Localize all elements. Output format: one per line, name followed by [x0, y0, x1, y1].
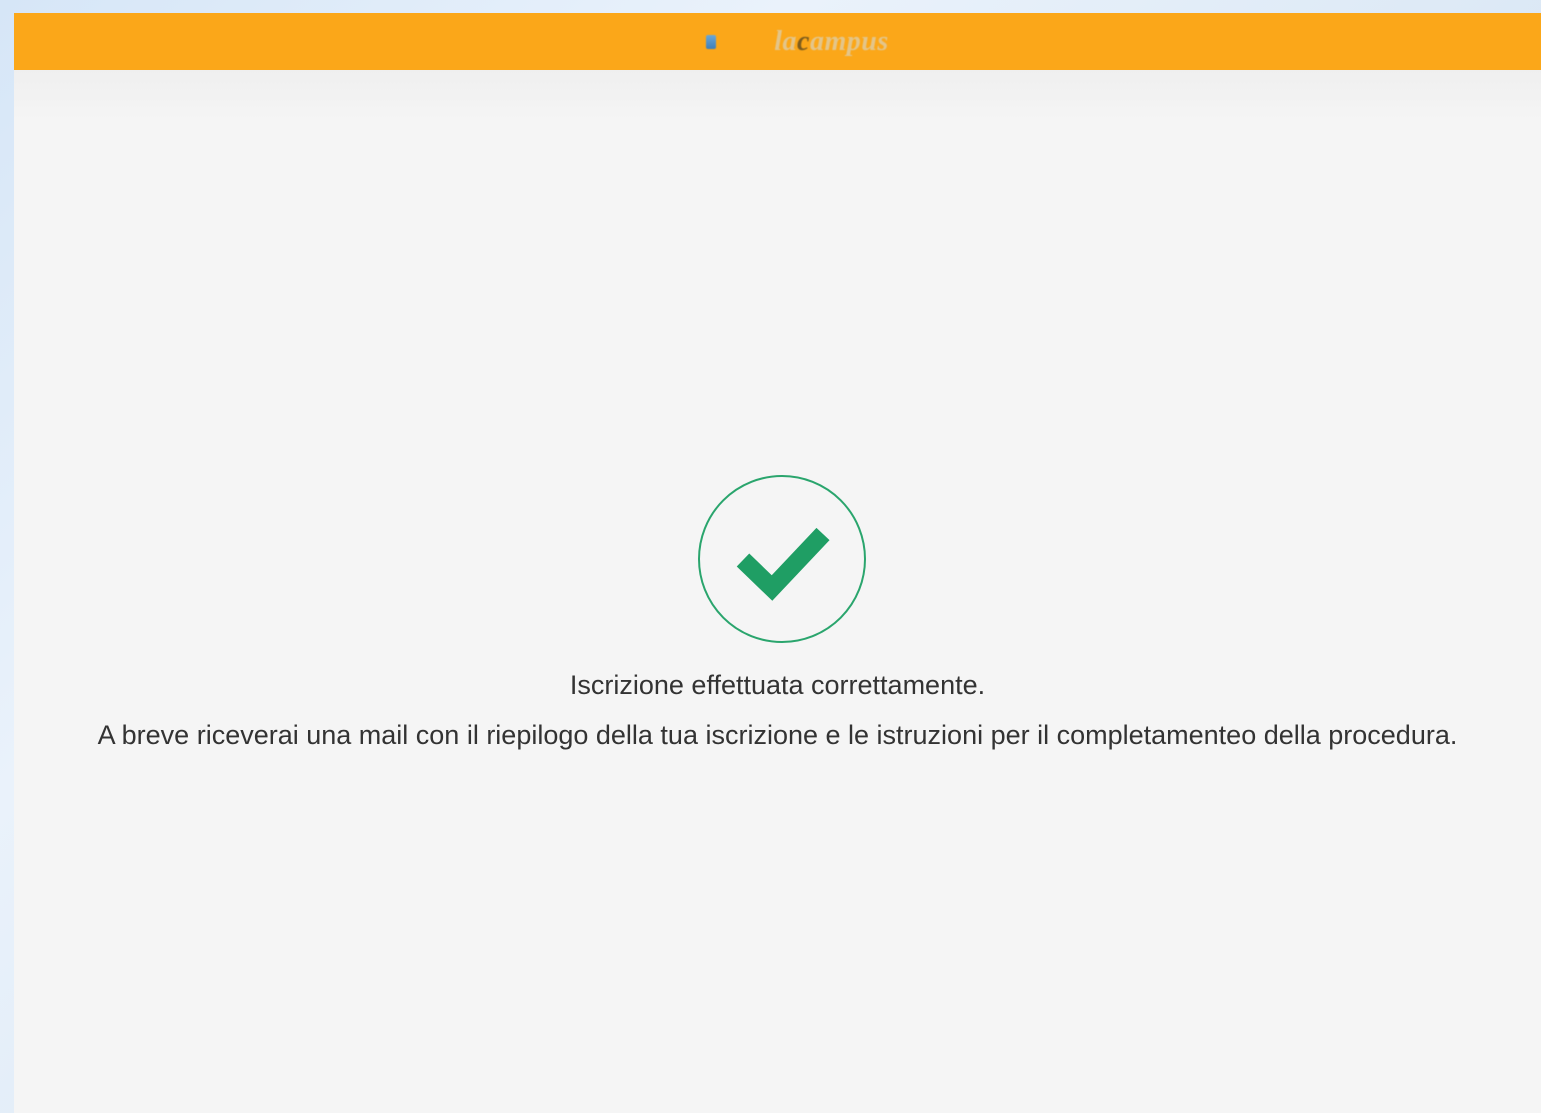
page-frame: lacampus Iscrizione effettuata correttam…	[14, 13, 1541, 1113]
check-circle-icon	[698, 475, 866, 643]
confirmation-panel: Iscrizione effettuata correttamente. A b…	[14, 13, 1541, 1113]
checkmark-icon	[736, 527, 830, 601]
confirmation-title: Iscrizione effettuata correttamente.	[569, 670, 986, 700]
confirmation-message: A breve riceverai una mail con il riepil…	[97, 720, 1458, 750]
